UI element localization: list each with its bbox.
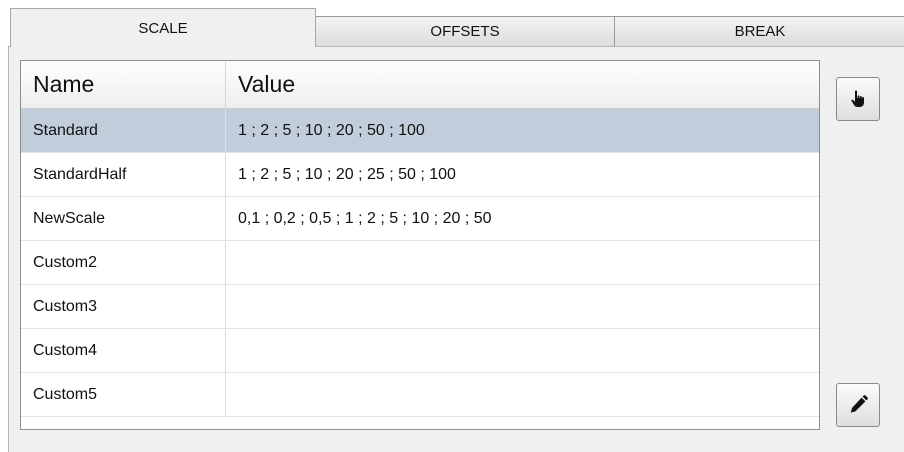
tab-offsets[interactable]: OFFSETS (315, 16, 615, 46)
table-row[interactable]: Custom5 (21, 373, 819, 417)
column-header-value[interactable]: Value (226, 61, 819, 108)
table-row[interactable]: Custom3 (21, 285, 819, 329)
row-value-cell[interactable]: 1 ; 2 ; 5 ; 10 ; 20 ; 25 ; 50 ; 100 (226, 153, 819, 196)
tab-scale-label: SCALE (138, 19, 188, 37)
row-name-cell: Custom3 (21, 285, 226, 328)
column-header-name[interactable]: Name (21, 61, 226, 108)
tab-break-label: BREAK (734, 23, 786, 40)
tab-break[interactable]: BREAK (614, 16, 904, 46)
table-row[interactable]: Standard 1 ; 2 ; 5 ; 10 ; 20 ; 50 ; 100 (21, 109, 819, 153)
pencil-icon (847, 394, 869, 416)
row-value-cell[interactable] (226, 373, 819, 416)
row-name-cell: Custom2 (21, 241, 226, 284)
row-name-cell: Custom4 (21, 329, 226, 372)
scale-settings-window: SCALE OFFSETS BREAK Name Value Standard … (0, 0, 904, 452)
tab-bar: SCALE OFFSETS BREAK (0, 8, 904, 47)
pick-button[interactable] (836, 77, 880, 121)
row-name-cell: StandardHalf (21, 153, 226, 196)
row-value-cell[interactable] (226, 329, 819, 372)
row-value-cell[interactable] (226, 241, 819, 284)
table-row[interactable]: StandardHalf 1 ; 2 ; 5 ; 10 ; 20 ; 25 ; … (21, 153, 819, 197)
tab-offsets-label: OFFSETS (430, 23, 500, 40)
scale-table: Name Value Standard 1 ; 2 ; 5 ; 10 ; 20 … (20, 60, 820, 430)
row-name-cell: NewScale (21, 197, 226, 240)
tab-scale[interactable]: SCALE (10, 8, 316, 47)
row-name-cell: Custom5 (21, 373, 226, 416)
table-row[interactable]: NewScale 0,1 ; 0,2 ; 0,5 ; 1 ; 2 ; 5 ; 1… (21, 197, 819, 241)
edit-button[interactable] (836, 383, 880, 427)
table-row[interactable]: Custom2 (21, 241, 819, 285)
row-value-cell[interactable]: 1 ; 2 ; 5 ; 10 ; 20 ; 50 ; 100 (226, 109, 819, 152)
table-row[interactable]: Custom4 (21, 329, 819, 373)
row-value-cell[interactable] (226, 285, 819, 328)
row-value-cell[interactable]: 0,1 ; 0,2 ; 0,5 ; 1 ; 2 ; 5 ; 10 ; 20 ; … (226, 197, 819, 240)
hand-pointer-icon (847, 88, 869, 110)
row-name-cell: Standard (21, 109, 226, 152)
table-header: Name Value (21, 61, 819, 109)
